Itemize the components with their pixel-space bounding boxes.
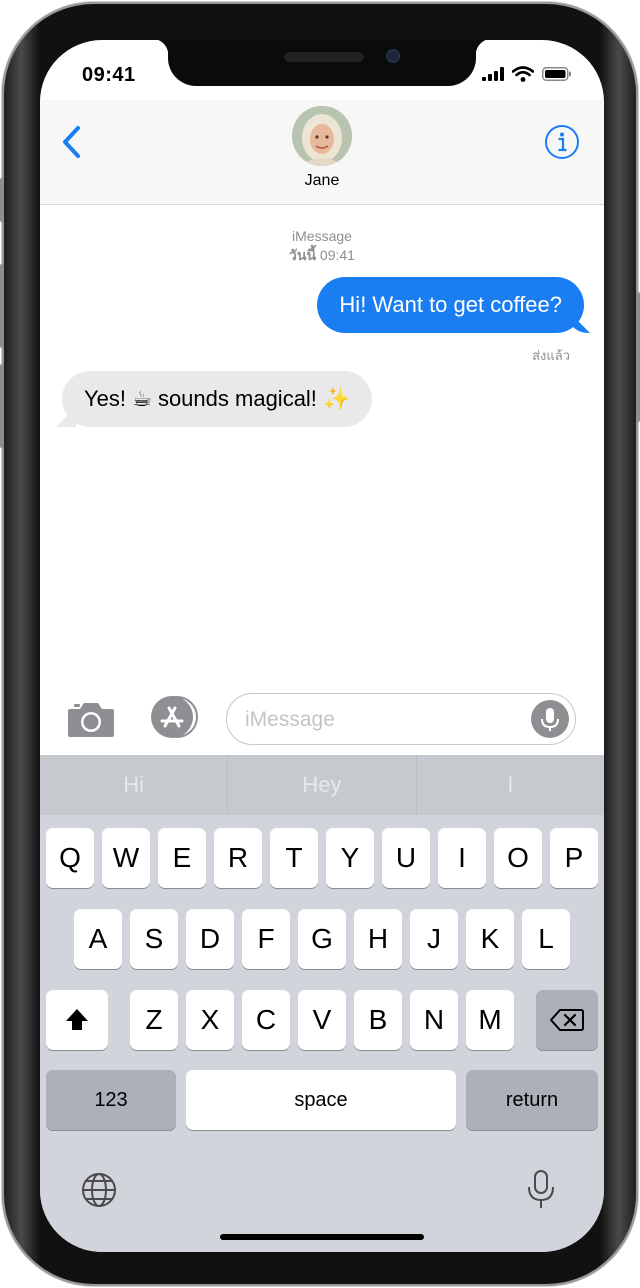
delivered-status: ส่งแล้ว (532, 348, 570, 363)
key-g[interactable]: G (298, 909, 346, 969)
conversation-header: Jane (40, 100, 604, 205)
microphone-icon (541, 708, 559, 731)
timestamp: วันนี้ 09:41 (40, 246, 604, 265)
key-c[interactable]: C (242, 990, 290, 1050)
delete-icon (550, 1009, 584, 1031)
shift-icon (66, 1009, 88, 1030)
front-camera (386, 49, 400, 63)
notch (152, 40, 492, 86)
key-m[interactable]: M (466, 990, 514, 1050)
status-time: 09:41 (82, 64, 136, 86)
camera-button[interactable] (66, 699, 116, 739)
thread-header: iMessage วันนี้ 09:41 (40, 227, 604, 265)
service-label: iMessage (292, 228, 352, 244)
info-icon (545, 125, 579, 159)
volume-up-button (0, 264, 4, 348)
signal-icon (482, 67, 504, 81)
back-chevron-icon (63, 126, 80, 158)
app-store-button[interactable] (146, 695, 200, 739)
return-key[interactable]: return (466, 1070, 598, 1130)
incoming-message-bubble[interactable]: Yes! ☕ sounds magical! ✨ (62, 371, 373, 427)
key-v[interactable]: V (298, 990, 346, 1050)
avatar[interactable] (292, 106, 352, 166)
contact-photo (292, 106, 352, 166)
predictive-bar: Hi Hey I (40, 755, 604, 815)
outgoing-message-bubble[interactable]: Hi! Want to get coffee? (317, 277, 584, 333)
audio-message-button[interactable] (531, 700, 569, 738)
contact-name[interactable]: Jane (40, 172, 604, 190)
key-f[interactable]: F (242, 909, 290, 969)
mute-switch (0, 178, 4, 222)
key-j[interactable]: J (410, 909, 458, 969)
key-u[interactable]: U (382, 828, 430, 888)
shift-key[interactable] (46, 990, 108, 1050)
app-store-icon (151, 696, 198, 738)
key-x[interactable]: X (186, 990, 234, 1050)
message-input-placeholder: iMessage (245, 708, 335, 731)
status-icons (482, 66, 572, 82)
volume-down-button (0, 364, 4, 448)
key-t[interactable]: T (270, 828, 318, 888)
key-a[interactable]: A (74, 909, 122, 969)
key-d[interactable]: D (186, 909, 234, 969)
keyboard: Hi Hey I Q W E R T Y U I O P A S D F G H… (40, 755, 604, 1252)
globe-button[interactable] (80, 1171, 118, 1214)
camera-icon (68, 703, 114, 737)
key-k[interactable]: K (466, 909, 514, 969)
dictation-button[interactable] (526, 1169, 556, 1216)
suggestion-item[interactable]: Hi (40, 755, 229, 815)
key-r[interactable]: R (214, 828, 262, 888)
delete-key[interactable] (536, 990, 598, 1050)
screen: Jane 09:41 iMessage วันนี้ 09:41 Hi! Wan… (40, 40, 604, 1252)
message-thread[interactable]: iMessage วันนี้ 09:41 Hi! Want to get co… (40, 205, 604, 685)
globe-icon (82, 1173, 116, 1207)
message-input[interactable]: iMessage (226, 693, 576, 745)
key-s[interactable]: S (130, 909, 178, 969)
key-i[interactable]: I (438, 828, 486, 888)
key-q[interactable]: Q (46, 828, 94, 888)
key-p[interactable]: P (550, 828, 598, 888)
key-e[interactable]: E (158, 828, 206, 888)
suggestion-item[interactable]: Hey (228, 755, 417, 815)
timestamp-day: วันนี้ (289, 247, 317, 263)
dictation-icon (528, 1170, 554, 1208)
numbers-key[interactable]: 123 (46, 1070, 176, 1130)
composer-bar: iMessage (40, 685, 604, 755)
home-indicator[interactable] (220, 1234, 424, 1240)
speaker-grille (284, 52, 364, 62)
key-n[interactable]: N (410, 990, 458, 1050)
suggestion-item[interactable]: I (417, 755, 604, 815)
side-button (636, 292, 640, 422)
key-b[interactable]: B (354, 990, 402, 1050)
key-h[interactable]: H (354, 909, 402, 969)
phone-frame: Jane 09:41 iMessage วันนี้ 09:41 Hi! Wan… (0, 2, 640, 1286)
key-z[interactable]: Z (130, 990, 178, 1050)
key-l[interactable]: L (522, 909, 570, 969)
info-button[interactable] (544, 124, 580, 160)
key-w[interactable]: W (102, 828, 150, 888)
battery-icon (542, 67, 571, 81)
key-o[interactable]: O (494, 828, 542, 888)
timestamp-time: 09:41 (319, 247, 355, 263)
key-y[interactable]: Y (326, 828, 374, 888)
space-key[interactable]: space (186, 1070, 456, 1130)
back-button[interactable] (58, 124, 88, 160)
wifi-icon (512, 66, 534, 82)
